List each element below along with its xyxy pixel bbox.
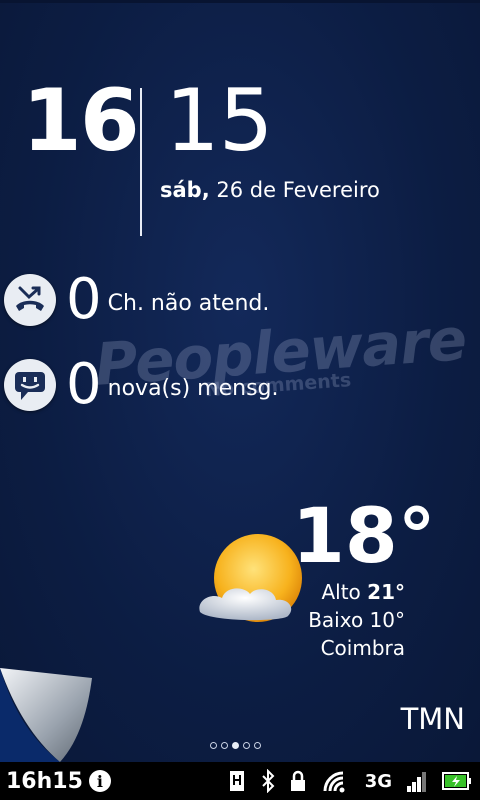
page-dot-active[interactable] — [232, 742, 239, 749]
weather-low-label: Baixo — [308, 608, 364, 632]
page-dot[interactable] — [210, 742, 217, 749]
weather-low-value: 10° — [369, 608, 405, 632]
status-icons: 3G — [227, 762, 472, 800]
messages-count: 0 — [66, 352, 102, 417]
weather-low: Baixo 10° — [308, 608, 405, 632]
missed-calls-widget[interactable]: 0 Ch. não atend. — [4, 272, 269, 328]
missed-calls-count: 0 — [66, 267, 102, 332]
weather-high-label: Alto — [321, 580, 361, 604]
missed-calls-label: Ch. não atend. — [107, 290, 270, 316]
bluetooth-icon — [261, 769, 275, 793]
clock-hour[interactable]: 16 — [22, 78, 140, 164]
page-dot[interactable] — [221, 742, 228, 749]
messages-label: nova(s) mensg. — [107, 375, 279, 401]
clock-date-text: 26 de Fevereiro — [216, 178, 380, 202]
clock-weekday: sáb, — [160, 178, 210, 202]
usb-debug-icon — [229, 771, 244, 791]
wifi-icon — [323, 771, 345, 793]
weather-temperature[interactable]: 18° — [292, 498, 436, 574]
clock-divider — [140, 88, 142, 236]
network-type: 3G — [364, 770, 392, 792]
lock-icon — [290, 770, 305, 791]
page-curl-shortcut[interactable] — [0, 668, 100, 762]
missed-call-icon — [4, 274, 56, 326]
weather-city: Coimbra — [320, 636, 405, 660]
page-dot[interactable] — [243, 742, 250, 749]
message-icon — [4, 359, 56, 411]
weather-high-value: 21° — [367, 580, 405, 604]
messages-widget[interactable]: 0 nova(s) mensg. — [4, 357, 279, 413]
clock-minute[interactable]: 15 — [165, 78, 273, 164]
home-page-indicator[interactable] — [210, 742, 261, 749]
top-edge — [0, 0, 480, 3]
carrier-name: TMN — [400, 702, 465, 736]
clock-date[interactable]: sáb, 26 de Fevereiro — [160, 178, 380, 203]
status-time: 16h15 — [6, 768, 83, 794]
weather-high: Alto 21° — [321, 580, 405, 604]
battery-charging-icon — [442, 772, 471, 790]
info-icon[interactable]: i — [88, 770, 111, 792]
page-dot[interactable] — [254, 742, 261, 749]
signal-icon — [407, 772, 426, 792]
home-screen: 16 15 sáb, 26 de Fevereiro 0 Ch. não ate… — [0, 0, 480, 762]
status-bar[interactable]: 16h15 i 3G — [0, 762, 480, 800]
